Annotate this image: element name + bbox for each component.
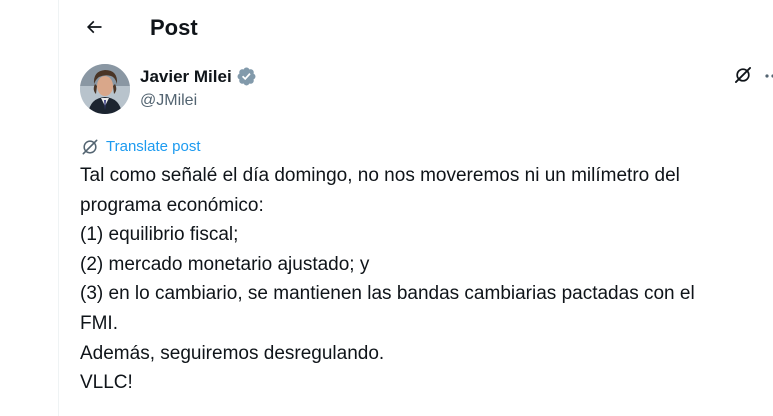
translate-post-label[interactable]: Translate post	[106, 138, 201, 156]
post-author: Javier Milei @JMilei	[80, 64, 773, 114]
post-line: (1) equilibrio fiscal;	[80, 224, 239, 246]
post-line: FMI.	[80, 312, 118, 334]
arrow-left-icon	[86, 20, 102, 34]
author-name[interactable]: Javier Milei	[140, 66, 232, 87]
post-line: (3) en lo cambiario, se mantienen las ba…	[80, 283, 695, 305]
author-name-row: Javier Milei	[140, 66, 257, 87]
grok-translate-icon	[82, 139, 98, 155]
translate-post-link[interactable]: Translate post	[80, 137, 201, 157]
verified-badge-icon[interactable]	[236, 66, 257, 87]
post-line: VLLC!	[80, 372, 133, 394]
post-line: Además, seguiremos desregulando.	[80, 342, 385, 364]
post-line: programa económico:	[80, 194, 264, 216]
column-border	[58, 0, 59, 416]
author-handle[interactable]: @JMilei	[140, 91, 197, 111]
more-options-button[interactable]	[763, 66, 773, 86]
page-title: Post	[150, 15, 198, 40]
post-line: (2) mercado monetario ajustado; y	[80, 253, 370, 275]
more-icon	[765, 74, 773, 78]
grok-icon	[735, 67, 751, 84]
avatar[interactable]	[80, 64, 130, 114]
post-text: Tal como señalé el día domingo, no nos m…	[80, 161, 773, 398]
post-line: Tal como señalé el día domingo, no nos m…	[80, 165, 680, 186]
avatar-photo	[80, 64, 130, 114]
back-button[interactable]	[79, 12, 109, 42]
grok-button[interactable]	[732, 64, 754, 86]
post-header: Post	[59, 0, 773, 56]
